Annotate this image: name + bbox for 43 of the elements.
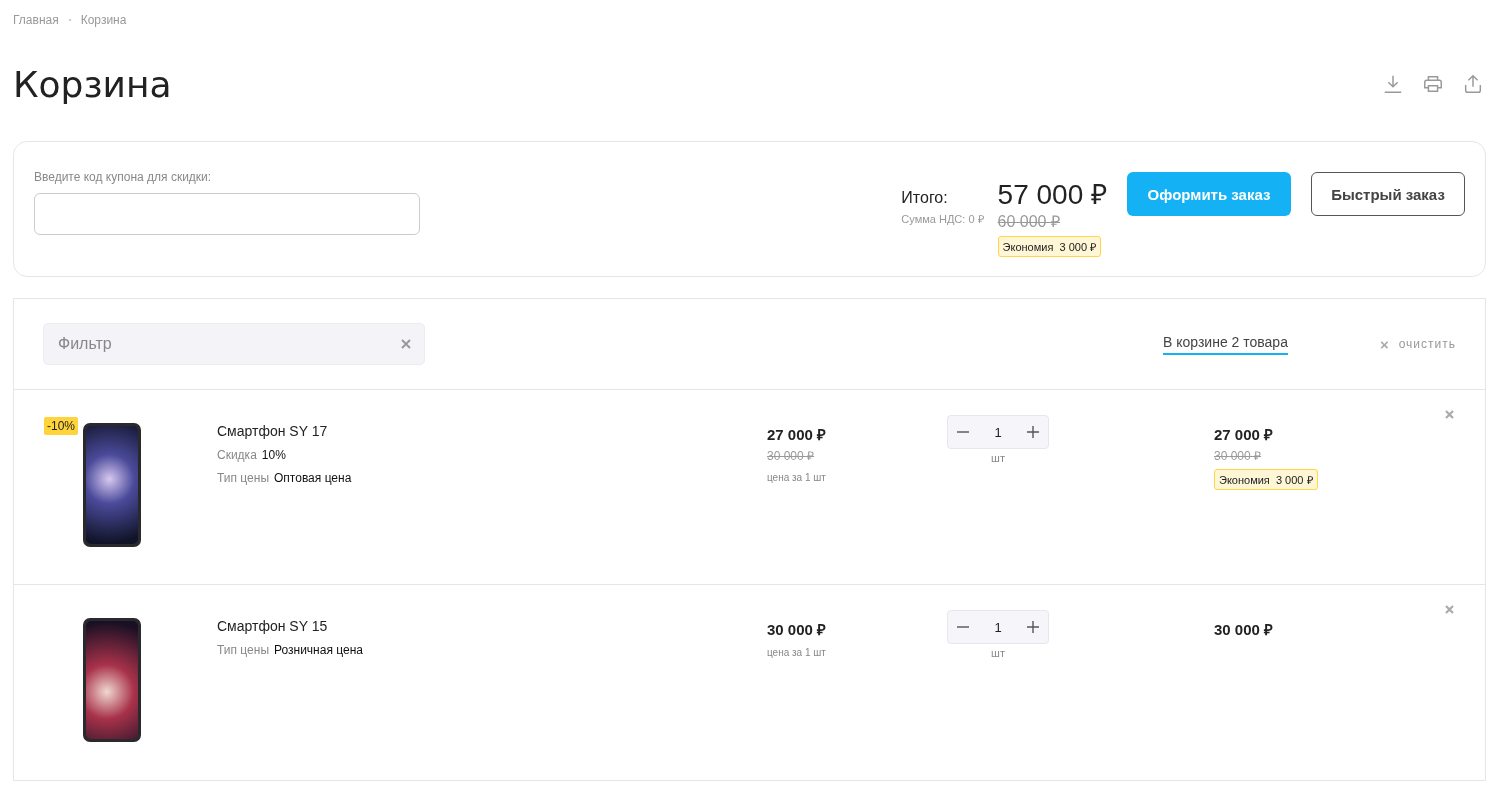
quantity-unit: шт bbox=[990, 452, 1006, 464]
print-icon[interactable] bbox=[1422, 73, 1444, 95]
unit-price-note: цена за 1 шт bbox=[767, 472, 826, 483]
page-title: Корзина bbox=[13, 63, 172, 105]
download-icon[interactable] bbox=[1382, 73, 1404, 95]
discount-badge: -10% bbox=[44, 417, 78, 435]
coupon-input-field[interactable] bbox=[34, 193, 420, 235]
quantity-value: 1 bbox=[994, 424, 1002, 440]
quantity-stepper[interactable]: 1 bbox=[947, 415, 1049, 449]
line-total: 27 000 ₽ bbox=[1214, 425, 1274, 444]
property-label: Тип цены bbox=[217, 471, 269, 485]
unit-price: 27 000 ₽ bbox=[767, 425, 827, 444]
filter-input-field[interactable]: Фильтр bbox=[43, 323, 425, 365]
line-total: 30 000 ₽ bbox=[1214, 620, 1274, 639]
property-label: Тип цены bbox=[217, 643, 269, 657]
cart-tab[interactable]: В корзине 2 товара bbox=[1163, 333, 1288, 355]
remove-icon[interactable] bbox=[1445, 410, 1454, 419]
savings-badge: Экономия 3 000 ₽ bbox=[1214, 469, 1318, 490]
quick-order-button[interactable]: Быстрый заказ bbox=[1311, 172, 1465, 216]
remove-icon[interactable] bbox=[1445, 605, 1454, 614]
coupon-label: Введите код купона для скидки: bbox=[34, 170, 212, 184]
old-total-price: 60 000 ₽ bbox=[997, 212, 1060, 232]
plus-icon[interactable] bbox=[1026, 620, 1040, 634]
property-value: Розничная цена bbox=[274, 643, 363, 657]
vat-amount: Сумма НДС: 0 ₽ bbox=[901, 212, 984, 226]
unit-price-note: цена за 1 шт bbox=[767, 647, 826, 658]
clear-icon[interactable] bbox=[400, 338, 412, 350]
total-label: Итого: bbox=[901, 189, 948, 207]
quantity-value: 1 bbox=[994, 619, 1002, 635]
plus-icon[interactable] bbox=[1026, 425, 1040, 439]
total-price: 57 000 ₽ bbox=[997, 180, 1107, 210]
unit-price: 30 000 ₽ bbox=[767, 620, 827, 639]
quantity-stepper[interactable]: 1 bbox=[947, 610, 1049, 644]
savings-badge: Экономия 3 000 ₽ bbox=[997, 236, 1102, 257]
product-name: Смартфон SY 17 bbox=[217, 423, 328, 439]
old-line-total: 30 000 ₽ bbox=[1214, 448, 1262, 464]
property-label: Скидка bbox=[217, 448, 257, 462]
old-unit-price: 30 000 ₽ bbox=[767, 448, 815, 464]
property-value: 10% bbox=[261, 448, 286, 462]
product-name: Смартфон SY 15 bbox=[217, 618, 328, 634]
property-value: Оптовая цена bbox=[274, 471, 352, 485]
quantity-unit: шт bbox=[990, 647, 1006, 659]
share-icon[interactable] bbox=[1462, 73, 1484, 95]
